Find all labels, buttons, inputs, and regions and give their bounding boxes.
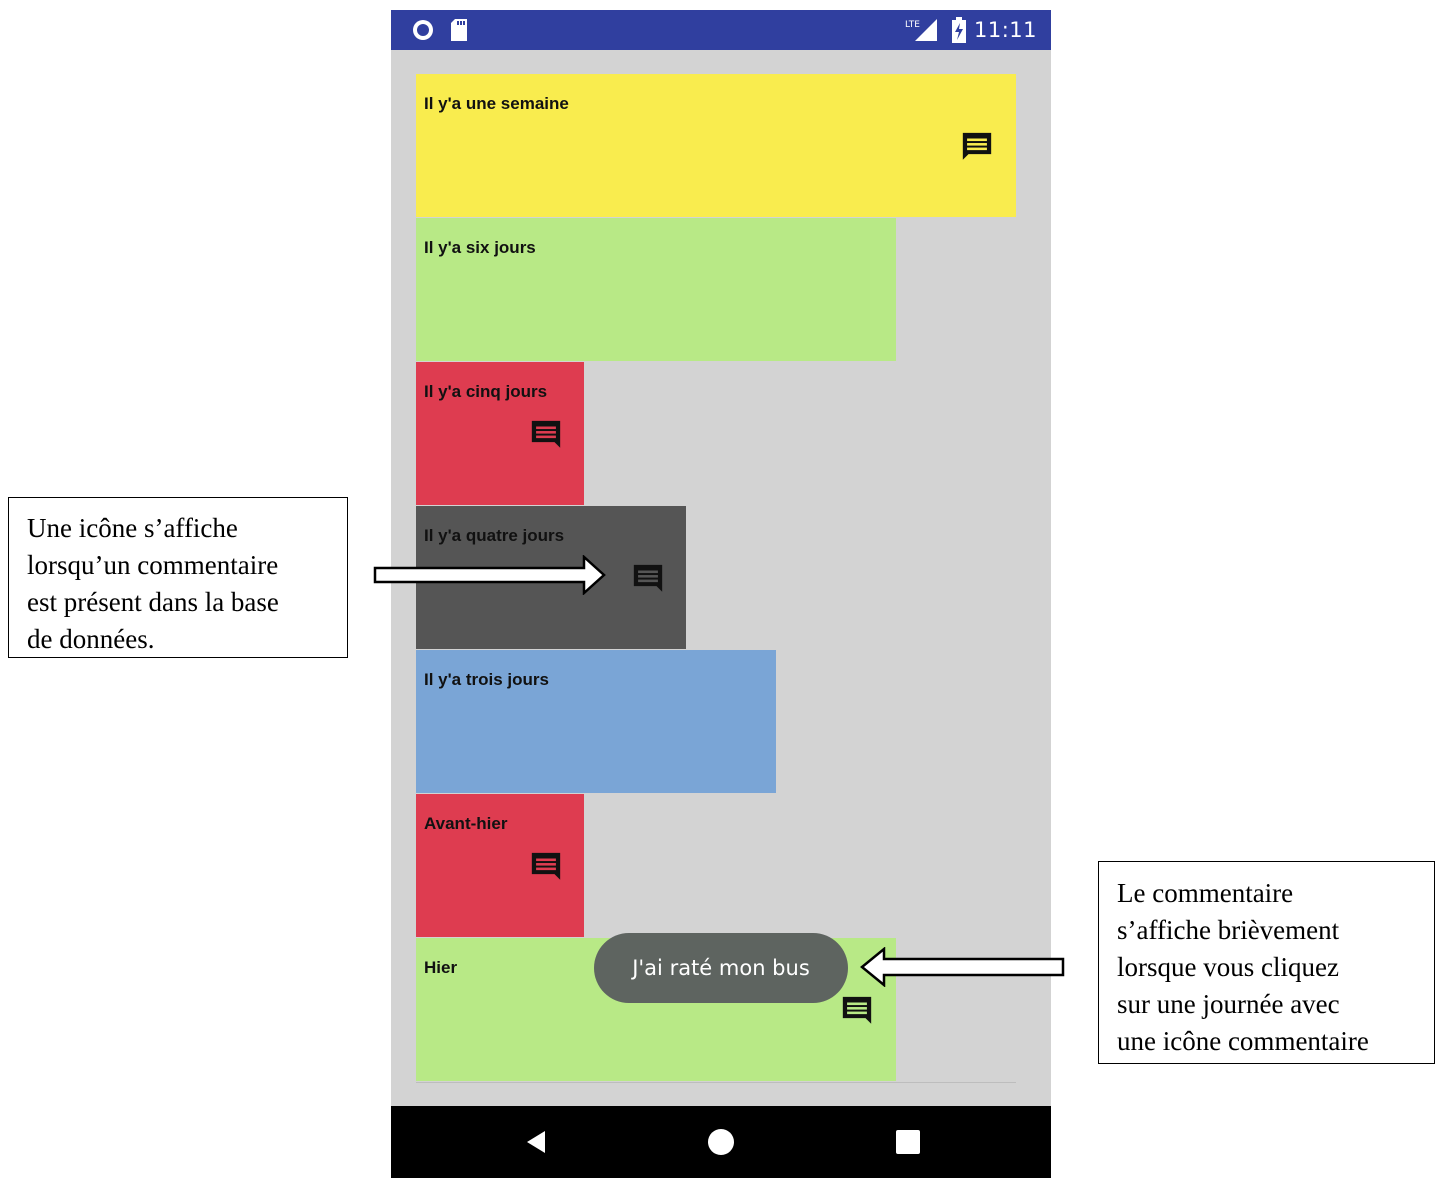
mood-label: Il y'a une semaine (424, 94, 569, 113)
mood-row-day-before-yesterday[interactable]: Avant-hier (416, 794, 584, 937)
annotation-line: lorsqu’un commentaire (27, 550, 279, 580)
annotation-line: est présent dans la base (27, 587, 279, 617)
mood-label: Hier (424, 958, 458, 977)
status-time: 11:11 (973, 18, 1037, 42)
network-type: LTE (905, 20, 920, 30)
home-icon[interactable] (707, 1128, 735, 1156)
sd-card-icon (449, 10, 469, 50)
list-divider (416, 1082, 1016, 1083)
comment-icon[interactable] (960, 130, 994, 164)
annotation-arrow-right (373, 555, 606, 595)
back-icon[interactable] (523, 1128, 551, 1156)
comment-icon[interactable] (631, 562, 665, 596)
battery-charging-icon (951, 10, 967, 50)
mood-row-three-days[interactable]: Il y'a trois jours (416, 650, 776, 793)
mood-row-six-days[interactable]: Il y'a six jours (416, 218, 896, 361)
lte-signal-icon: LTE (903, 10, 939, 50)
mood-label: Avant-hier (424, 814, 508, 833)
comment-icon[interactable] (529, 418, 563, 452)
recents-icon[interactable] (894, 1128, 922, 1156)
annotation-line: s’affiche brièvement (1117, 915, 1340, 945)
annotation-line: Le commentaire (1117, 878, 1294, 908)
annotation-line: de données. (27, 624, 155, 654)
annotation-toast: Le commentaire s’affiche brièvement lors… (1098, 861, 1435, 1064)
mood-row-one-week[interactable]: Il y'a une semaine (416, 74, 1016, 217)
comment-icon[interactable] (840, 994, 874, 1028)
toast-text: J'ai raté mon bus (632, 956, 810, 980)
mood-label: Il y'a quatre jours (424, 526, 565, 545)
comment-icon[interactable] (529, 850, 563, 884)
annotation-line: Une icône s’affiche (27, 513, 238, 543)
annotation-line: une icône commentaire (1117, 1026, 1369, 1056)
mood-label: Il y'a six jours (424, 238, 536, 257)
status-bar: LTE 11:11 (391, 10, 1051, 50)
annotation-line: sur une journée avec (1117, 989, 1340, 1019)
annotation-arrow-left (860, 947, 1065, 987)
navigation-bar (391, 1106, 1051, 1178)
annotation-comment-icon: Une icône s’affiche lorsqu’un commentair… (8, 497, 348, 658)
mood-row-five-days[interactable]: Il y'a cinq jours (416, 362, 584, 505)
circle-notification-icon (411, 10, 435, 50)
mood-label: Il y'a cinq jours (424, 382, 548, 401)
mood-label: Il y'a trois jours (424, 670, 549, 689)
annotation-line: lorsque vous cliquez (1117, 952, 1339, 982)
comment-toast: J'ai raté mon bus (594, 933, 848, 1003)
